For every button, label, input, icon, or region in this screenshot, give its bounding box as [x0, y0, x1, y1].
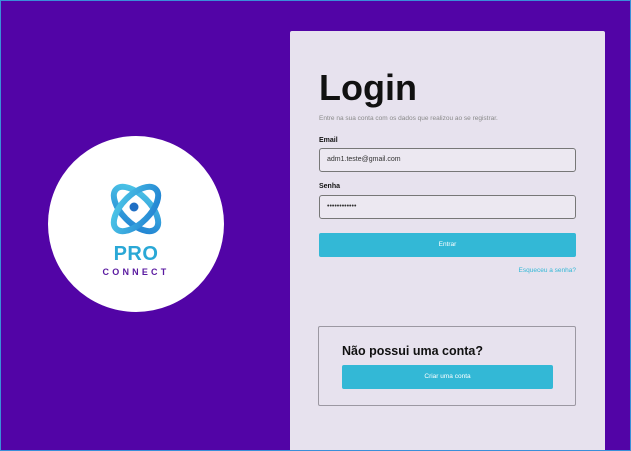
page-title: Login: [319, 67, 417, 108]
brand-name-pro: PRO: [113, 243, 159, 265]
brand-logo: PRO CONNECT: [48, 136, 224, 312]
signup-section: Não possui uma conta? Criar uma conta: [318, 326, 576, 406]
password-field[interactable]: ••••••••••••: [319, 195, 576, 219]
brand-name-connect: CONNECT: [102, 267, 170, 277]
login-button[interactable]: Entrar: [319, 233, 576, 257]
atom-orbit-icon: [110, 183, 162, 235]
email-label: Email: [319, 137, 338, 144]
signup-title: Não possui uma conta?: [342, 344, 483, 358]
email-field[interactable]: adm1.teste@gmail.com: [319, 148, 576, 172]
login-subtitle: Entre na sua conta com os dados que real…: [319, 115, 498, 122]
password-label: Senha: [319, 183, 341, 190]
create-account-button[interactable]: Criar uma conta: [342, 365, 553, 389]
login-panel: Login Entre na sua conta com os dados qu…: [290, 31, 605, 451]
forgot-password-link[interactable]: Esqueceu a senha?: [519, 267, 576, 274]
